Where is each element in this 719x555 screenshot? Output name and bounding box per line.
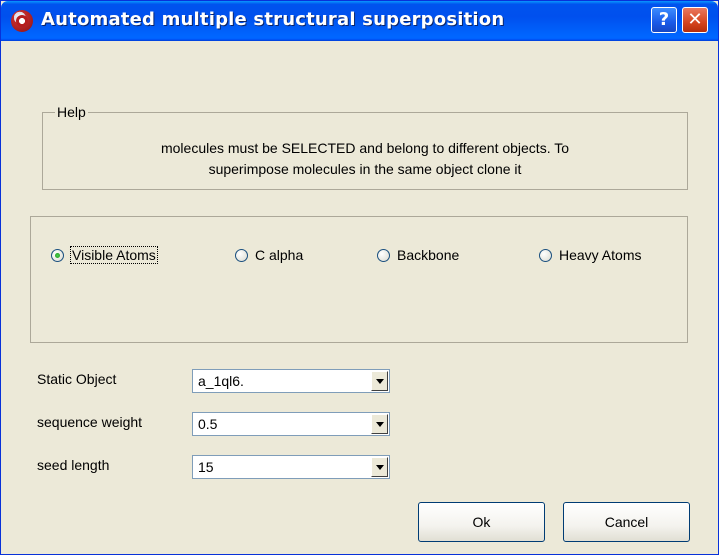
radio-unselected-icon[interactable] <box>235 248 248 262</box>
static-object-label: Static Object <box>37 371 117 387</box>
help-group: Help molecules must be SELECTED and belo… <box>42 104 688 190</box>
seed-length-label: seed length <box>37 457 110 473</box>
title-bar[interactable]: Automated multiple structural superposit… <box>1 1 718 41</box>
radio-c-alpha-label: C alpha <box>255 247 304 263</box>
sequence-weight-select[interactable]: 0.5 <box>192 412 390 436</box>
help-text-line-1: molecules must be SELECTED and belong to… <box>160 140 570 156</box>
radio-visible-atoms[interactable]: Visible Atoms <box>51 244 158 266</box>
chevron-down-icon[interactable] <box>371 371 388 391</box>
static-object-value: a_1ql6. <box>198 373 244 389</box>
help-button[interactable]: ? <box>651 7 677 33</box>
radio-heavy-atoms[interactable]: Heavy Atoms <box>539 244 641 266</box>
radio-backbone[interactable]: Backbone <box>377 244 459 266</box>
app-logo-icon <box>11 10 33 32</box>
radio-c-alpha[interactable]: C alpha <box>235 244 303 266</box>
radio-visible-atoms-label: Visible Atoms <box>70 246 158 264</box>
static-object-select[interactable]: a_1ql6. <box>192 369 390 393</box>
window-title: Automated multiple structural superposit… <box>41 9 505 30</box>
help-legend: Help <box>57 104 86 120</box>
sequence-weight-value: 0.5 <box>198 416 218 432</box>
close-button[interactable]: ✕ <box>682 7 708 33</box>
help-text: molecules must be SELECTED and belong to… <box>43 138 687 180</box>
radio-unselected-icon[interactable] <box>377 248 390 262</box>
radio-unselected-icon[interactable] <box>539 248 552 262</box>
radio-backbone-label: Backbone <box>397 247 460 263</box>
chevron-down-icon[interactable] <box>371 414 388 434</box>
atom-selection-group <box>30 216 688 343</box>
chevron-down-icon[interactable] <box>371 457 388 477</box>
seed-length-value: 15 <box>198 459 214 475</box>
cancel-button[interactable]: Cancel <box>563 502 690 542</box>
ok-button[interactable]: Ok <box>418 502 545 542</box>
radio-heavy-atoms-label: Heavy Atoms <box>559 247 642 263</box>
seed-length-select[interactable]: 15 <box>192 455 390 479</box>
radio-selected-icon[interactable] <box>51 248 64 262</box>
help-text-line-2: superimpose molecules in the same object… <box>208 161 522 177</box>
dialog-window: Automated multiple structural superposit… <box>0 0 719 555</box>
sequence-weight-label: sequence weight <box>37 414 143 430</box>
